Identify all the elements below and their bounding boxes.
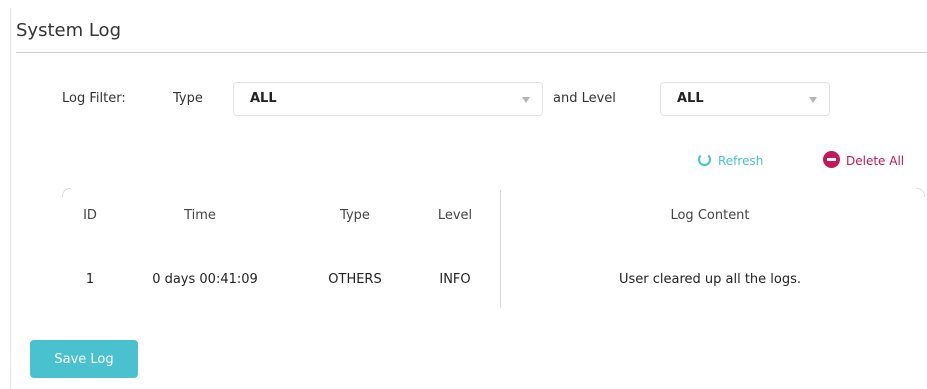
delete-icon[interactable] xyxy=(823,151,840,168)
header-time: Time xyxy=(184,208,216,223)
header-id: ID xyxy=(83,208,97,223)
type-select-value: ALL xyxy=(250,91,277,106)
delete-all-button[interactable]: Delete All xyxy=(846,154,904,168)
type-select[interactable]: ALL xyxy=(233,82,543,116)
type-label: Type xyxy=(173,91,203,106)
chevron-down-icon xyxy=(809,97,817,103)
cell-type: OTHERS xyxy=(328,272,382,287)
table-corner xyxy=(62,188,71,197)
header-log-content: Log Content xyxy=(670,208,750,223)
level-label: and Level xyxy=(553,91,616,106)
cell-log-content: User cleared up all the logs. xyxy=(618,272,802,287)
table-column-divider xyxy=(500,190,501,308)
refresh-button[interactable]: Refresh xyxy=(718,154,763,168)
header-level: Level xyxy=(437,208,473,223)
save-log-button[interactable]: Save Log xyxy=(30,340,138,378)
log-filter-label: Log Filter: xyxy=(62,91,126,106)
chevron-down-icon xyxy=(522,97,530,103)
level-select[interactable]: ALL xyxy=(660,82,830,116)
cell-time: 0 days 00:41:09 xyxy=(152,272,258,287)
log-table xyxy=(62,188,927,308)
cell-level: INFO xyxy=(439,272,471,287)
header-type: Type xyxy=(340,208,370,223)
page-title: System Log xyxy=(16,20,121,41)
level-select-value: ALL xyxy=(677,91,704,106)
refresh-icon[interactable] xyxy=(698,153,711,166)
title-divider xyxy=(16,52,927,53)
cell-id: 1 xyxy=(85,272,95,287)
